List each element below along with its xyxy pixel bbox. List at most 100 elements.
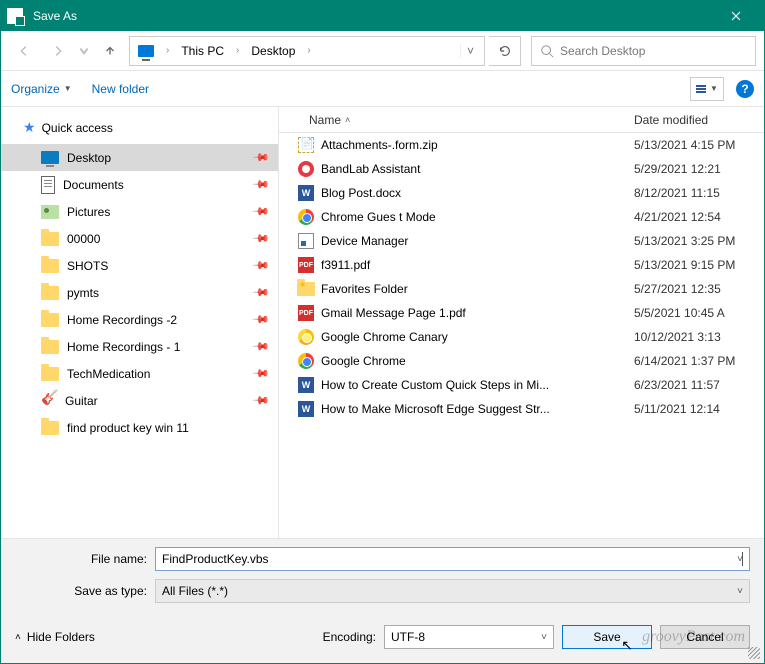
search-placeholder: Search Desktop <box>560 44 645 58</box>
file-row[interactable]: Attachments-.form.zip5/13/2021 4:15 PM <box>279 133 764 157</box>
this-pc-icon <box>138 45 154 57</box>
tree-item[interactable]: SHOTS 📌 <box>1 252 278 279</box>
pin-icon: 📌 <box>252 310 271 329</box>
tree-item-label: Pictures <box>67 205 110 219</box>
chevron-down-icon[interactable]: ˅ <box>737 586 743 597</box>
file-row[interactable]: WBlog Post.docx8/12/2021 11:15 <box>279 181 764 205</box>
pin-icon: 📌 <box>252 283 271 302</box>
file-row[interactable]: Device Manager5/13/2021 3:25 PM <box>279 229 764 253</box>
chevron-down-icon: ▼ <box>710 84 718 93</box>
chevron-down-icon[interactable]: ˅ <box>737 554 743 565</box>
tree-item[interactable]: find product key win 11 <box>1 414 278 441</box>
file-name: f3911.pdf <box>321 258 628 272</box>
filename-text[interactable] <box>162 552 740 566</box>
quick-access-label: Quick access <box>42 121 113 135</box>
column-date[interactable]: Date modified <box>634 113 764 127</box>
chevron-right-icon: › <box>303 45 314 56</box>
save-label: Save <box>593 630 620 644</box>
lnk-icon <box>297 232 315 250</box>
tree-item[interactable]: Guitar📌 <box>1 387 278 414</box>
pin-icon: 📌 <box>252 148 271 167</box>
hide-folders-button[interactable]: ˄ Hide Folders <box>15 630 95 644</box>
folder-icon <box>41 313 59 327</box>
file-date: 5/13/2021 4:15 PM <box>634 138 764 152</box>
view-options-button[interactable]: ▼ <box>690 77 724 101</box>
file-row[interactable]: PDFf3911.pdf5/13/2021 9:15 PM <box>279 253 764 277</box>
file-date: 6/23/2021 11:57 <box>634 378 764 392</box>
pin-icon: 📌 <box>252 256 271 275</box>
tree-item[interactable]: Documents 📌 <box>1 171 278 198</box>
file-name: Gmail Message Page 1.pdf <box>321 306 628 320</box>
filename-input[interactable]: ˅ <box>155 547 750 571</box>
file-row[interactable]: WHow to Make Microsoft Edge Suggest Str.… <box>279 397 764 421</box>
chevron-right-icon: › <box>232 45 243 56</box>
cancel-button[interactable]: Cancel <box>660 625 750 649</box>
zip-icon <box>297 136 315 154</box>
tree-item[interactable]: Home Recordings -2📌 <box>1 306 278 333</box>
pin-icon: 📌 <box>252 391 271 410</box>
quick-access-header[interactable]: ★ Quick access <box>1 115 278 144</box>
folder-icon <box>41 421 59 435</box>
file-date: 5/5/2021 10:45 A <box>634 306 764 320</box>
file-list[interactable]: Attachments-.form.zip5/13/2021 4:15 PMBa… <box>279 133 764 538</box>
file-row[interactable]: Favorites Folder5/27/2021 12:35 <box>279 277 764 301</box>
encoding-select[interactable]: UTF-8 ˅ <box>384 625 554 649</box>
cursor-icon: ↖ <box>621 637 633 654</box>
help-button[interactable]: ? <box>736 80 754 98</box>
tree-item-label: Home Recordings - 1 <box>67 340 180 354</box>
organize-menu[interactable]: Organize ▼ <box>11 82 72 96</box>
file-row[interactable]: BandLab Assistant5/29/2021 12:21 <box>279 157 764 181</box>
folder-icon <box>41 286 59 300</box>
file-row[interactable]: W How to Create Custom Quick Steps in Mi.… <box>279 373 764 397</box>
chrome-icon <box>297 352 315 370</box>
file-name: Google Chrome <box>321 354 628 368</box>
savetype-select[interactable]: All Files (*.*) ˅ <box>155 579 750 603</box>
file-date: 5/27/2021 12:35 <box>634 282 764 296</box>
tree-item[interactable]: Desktop📌 <box>1 144 278 171</box>
encoding-label: Encoding: <box>323 630 376 644</box>
resize-grip[interactable] <box>748 647 760 659</box>
file-name: Google Chrome Canary <box>321 330 628 344</box>
file-name: How to Create Custom Quick Steps in Mi..… <box>321 378 628 392</box>
file-row[interactable]: Chrome Gues t Mode4/21/2021 12:54 <box>279 205 764 229</box>
back-button[interactable] <box>9 36 39 66</box>
recent-dropdown[interactable] <box>77 36 91 66</box>
file-row[interactable]: PDFGmail Message Page 1.pdf5/5/2021 10:4… <box>279 301 764 325</box>
crumb-this-pc[interactable]: This PC <box>177 42 228 60</box>
chrome-icon <box>297 208 315 226</box>
column-headers[interactable]: Name ˄ Date modified <box>279 107 764 133</box>
chevron-down-icon[interactable]: ˅ <box>460 44 480 58</box>
folder-icon <box>41 259 59 273</box>
navigation-tree[interactable]: ★ Quick access Desktop📌 Documents 📌 Picture… <box>1 107 279 538</box>
file-row[interactable]: Google Chrome Canary10/12/2021 3:13 <box>279 325 764 349</box>
tree-item[interactable]: Home Recordings - 1📌 <box>1 333 278 360</box>
file-row[interactable]: Google Chrome6/14/2021 1:37 PM <box>279 349 764 373</box>
tree-item-label: SHOTS <box>67 259 108 273</box>
tree-item-label: Documents <box>63 178 124 192</box>
tree-item[interactable]: Pictures📌 <box>1 198 278 225</box>
breadcrumb[interactable]: › This PC › Desktop › ˅ <box>129 36 485 66</box>
close-button[interactable] <box>714 1 758 31</box>
column-name[interactable]: Name ˄ <box>279 113 634 127</box>
pin-icon: 📌 <box>252 364 271 383</box>
pin-icon: 📌 <box>252 175 271 194</box>
new-folder-button[interactable]: New folder <box>92 82 149 96</box>
tree-item[interactable]: pymts 📌 <box>1 279 278 306</box>
crumb-desktop[interactable]: Desktop <box>247 42 299 60</box>
save-button[interactable]: Save ↖ <box>562 625 652 649</box>
bandlab-icon <box>297 160 315 178</box>
chevron-down-icon[interactable]: ˅ <box>541 632 547 643</box>
tree-item[interactable]: TechMedication📌 <box>1 360 278 387</box>
tree-item-label: pymts <box>67 286 99 300</box>
refresh-button[interactable] <box>489 36 521 66</box>
forward-button[interactable] <box>43 36 73 66</box>
file-date: 5/13/2021 9:15 PM <box>634 258 764 272</box>
search-input[interactable]: Search Desktop <box>531 36 756 66</box>
word-icon: W <box>297 376 315 394</box>
tree-item[interactable]: 00000📌 <box>1 225 278 252</box>
canary-icon <box>297 328 315 346</box>
file-date: 5/11/2021 12:14 <box>634 402 764 416</box>
up-button[interactable] <box>95 36 125 66</box>
pic-icon <box>41 205 59 219</box>
file-date: 5/13/2021 3:25 PM <box>634 234 764 248</box>
